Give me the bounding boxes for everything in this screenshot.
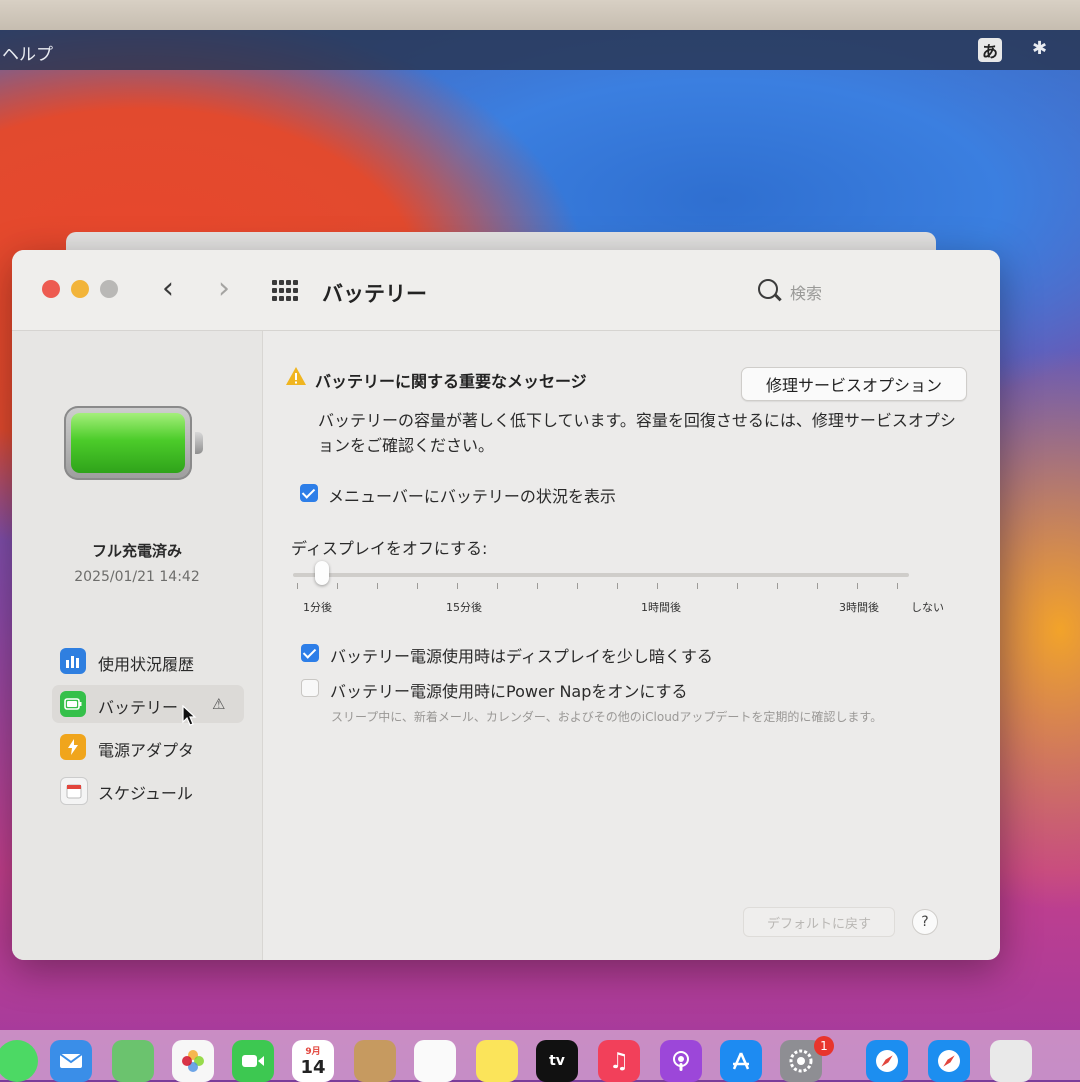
slider-label-15min: 15分後 [446,601,482,614]
slider-knob[interactable] [315,561,329,585]
sidebar-item-battery[interactable]: バッテリー ⚠ [52,685,244,723]
calendar-icon [60,777,88,805]
slider-tick [777,583,778,589]
title-bar: ‹ › バッテリー 検索 [12,250,1000,331]
search-placeholder: 検索 [790,284,823,303]
main-panel: バッテリーに関する重要なメッセージ 修理サービスオプション バッテリーの容量が著… [263,331,1000,960]
slider-tick [297,583,298,589]
slider-tick [897,583,898,589]
slider-tick [497,583,498,589]
lightning-icon [60,734,86,760]
back-button[interactable]: ‹ [162,274,174,304]
sidebar: フル充電済み 2025/01/21 14:42 使用状況履歴 バッテリー ⚠ 電… [12,331,263,960]
slider-label-never: しない [911,601,944,614]
slider-tick [617,583,618,589]
mouse-cursor-icon [182,705,197,726]
close-button[interactable] [42,280,60,298]
warning-triangle-icon [286,367,306,385]
battery-message-body: バッテリーの容量が著しく低下しています。容量を回復させるには、修理サービスオプシ… [318,411,956,455]
sidebar-item-schedule[interactable]: スケジュール [52,771,244,809]
slider-tick [417,583,418,589]
safari-icon-2[interactable] [928,1040,970,1082]
slider-tick [737,583,738,589]
slider-tick [697,583,698,589]
battery-icon [60,691,86,717]
battery-status-title: フル充電済み [91,542,182,560]
minimize-button[interactable] [71,280,89,298]
sidebar-item-label: スケジュール [98,784,193,803]
sidebar-item-power-adapter[interactable]: 電源アダプタ [52,728,244,766]
search-icon [758,279,778,299]
display-off-slider[interactable] [293,573,909,577]
battery-preferences-window: ‹ › バッテリー 検索 フル充電済み 2025/01/21 14:42 使用状… [12,250,1000,960]
safari-icon[interactable] [866,1040,908,1082]
battery-status-time: 2025/01/21 14:42 [74,569,200,585]
forward-button[interactable]: › [218,274,230,304]
restore-defaults-button[interactable]: デフォルトに戻す [743,907,895,937]
dim-display-checkbox[interactable] [301,644,319,662]
slider-tick [857,583,858,589]
tv-label: tv [549,1053,565,1069]
slider-label-3hours: 3時間後 [839,601,879,614]
slider-tick [537,583,538,589]
app-store-icon[interactable] [720,1040,762,1082]
notification-badge: 1 [814,1036,834,1056]
preview-icon[interactable] [990,1040,1032,1082]
show-menubar-checkbox[interactable] [300,484,318,502]
maps-icon[interactable] [112,1040,154,1082]
sidebar-item-label: バッテリー [98,698,179,717]
contacts-icon[interactable] [354,1040,396,1082]
sidebar-item-label: 使用状況履歴 [98,655,195,674]
calendar-month: 9月 [305,1047,321,1057]
slider-tick [657,583,658,589]
zoom-button[interactable] [100,280,118,298]
bar-chart-icon [60,648,86,674]
mail-icon[interactable] [50,1040,92,1082]
music-icon[interactable]: ♫ [598,1040,640,1082]
tv-icon[interactable]: tv [536,1040,578,1082]
photos-icon[interactable] [172,1040,214,1082]
reminders-icon[interactable] [414,1040,456,1082]
podcasts-icon[interactable] [660,1040,702,1082]
slider-tick [377,583,378,589]
slider-tick [577,583,578,589]
dock: 9月 14 tv ♫ [0,1030,1080,1082]
bluetooth-icon[interactable]: ✱ [1032,38,1047,59]
power-nap-label: バッテリー電源使用時にPower Napをオンにする [330,682,688,701]
slider-tick [457,583,458,589]
monitor-bezel [0,0,1080,30]
calendar-app-icon[interactable]: 9月 14 [292,1040,334,1082]
facetime-icon[interactable] [232,1040,274,1082]
slider-label-1min: 1分後 [303,601,332,614]
power-nap-checkbox[interactable] [301,679,319,697]
menu-help[interactable]: ヘルプ [2,40,53,65]
sidebar-item-label: 電源アダプタ [98,741,195,760]
battery-status-icon [64,406,203,480]
messages-icon[interactable] [0,1040,38,1082]
sidebar-item-usage-history[interactable]: 使用状況履歴 [52,642,244,680]
notes-icon[interactable] [476,1040,518,1082]
search-field[interactable]: 検索 [752,276,952,306]
input-method-icon[interactable]: あ [978,38,1002,62]
calendar-day: 14 [300,1057,326,1078]
slider-tick [817,583,818,589]
dim-display-label: バッテリー電源使用時はディスプレイを少し暗くする [330,647,713,666]
display-off-label: ディスプレイをオフにする: [291,539,488,558]
menu-bar: ヘルプ あ ✱ [0,30,1080,70]
power-nap-description: スリープ中に、新着メール、カレンダー、およびその他のiCloudアップデートを定… [331,710,883,724]
service-options-button[interactable]: 修理サービスオプション [741,367,967,401]
window-title: バッテリー [322,282,427,306]
slider-tick [337,583,338,589]
slider-label-1hour: 1時間後 [641,601,681,614]
warning-icon: ⚠ [212,695,226,713]
show-menubar-label: メニューバーにバッテリーの状況を表示 [328,487,616,506]
help-button[interactable]: ? [912,909,938,935]
show-all-grid-icon[interactable] [272,280,300,302]
battery-message-title: バッテリーに関する重要なメッセージ [315,372,587,391]
